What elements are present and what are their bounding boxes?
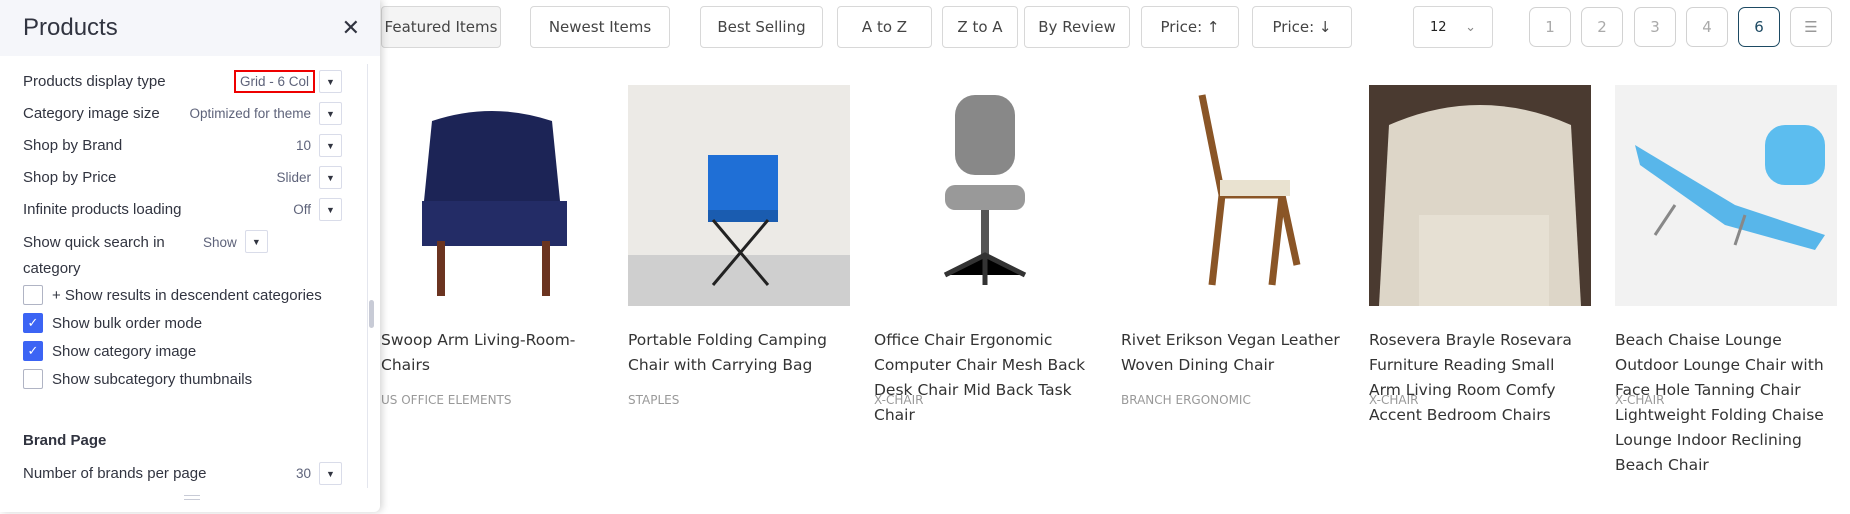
- checkbox-label: Show category image: [52, 342, 197, 360]
- product-image[interactable]: [381, 85, 603, 306]
- setting-label: Category image size: [23, 105, 160, 122]
- setting-shop-by-price: Shop by Price Slider ▼: [23, 166, 342, 189]
- checkbox[interactable]: [23, 285, 43, 305]
- dropdown-caret-icon[interactable]: ▼: [319, 166, 342, 189]
- panel-title: Products: [23, 14, 118, 41]
- setting-products-display-type: Products display type Grid - 6 Col ▼: [23, 70, 342, 93]
- scrollbar[interactable]: [367, 64, 375, 488]
- checkmark-icon[interactable]: ✓: [23, 313, 43, 333]
- checkbox-label: Show subcategory thumbnails: [52, 370, 253, 388]
- setting-quick-search: Show quick search in category Show ▼: [23, 230, 342, 282]
- setting-shop-by-brand: Shop by Brand 10 ▼: [23, 134, 342, 157]
- checkbox-label: Show bulk order mode: [52, 314, 203, 332]
- section-heading: Brand Page: [23, 432, 342, 449]
- per-page-value: 12: [1430, 19, 1447, 35]
- product-brand[interactable]: STAPLES: [628, 393, 679, 407]
- close-icon[interactable]: ✕: [342, 15, 360, 41]
- page-2[interactable]: 2: [1581, 7, 1623, 47]
- dropdown-caret-icon[interactable]: ▼: [319, 198, 342, 221]
- checkbox-label: + Show results in descendent categories: [52, 286, 322, 304]
- product-image[interactable]: [1615, 85, 1837, 306]
- setting-value: Slider: [276, 170, 311, 185]
- resize-handle-icon[interactable]: [184, 495, 200, 500]
- sort-review-button[interactable]: By Review: [1024, 6, 1130, 48]
- chevron-down-icon: ⌄: [1465, 19, 1476, 35]
- dropdown-caret-icon[interactable]: ▼: [244, 230, 268, 253]
- product-image[interactable]: [1121, 85, 1343, 306]
- page-4[interactable]: 4: [1686, 7, 1728, 47]
- setting-value: 30: [295, 466, 311, 481]
- setting-label: Products display type: [23, 73, 166, 90]
- checkbox[interactable]: [23, 369, 43, 389]
- product-brand[interactable]: X-CHAIR: [1369, 393, 1418, 407]
- setting-brands-per-page: Number of brands per page 30 ▼: [23, 462, 342, 485]
- product-image[interactable]: [1369, 85, 1591, 306]
- checkbox-category-image[interactable]: ✓ Show category image: [23, 341, 196, 361]
- section-title: Brand Page: [23, 432, 107, 449]
- product-card[interactable]: Office Chair Ergonomic Computer Chair Me…: [874, 85, 1096, 428]
- setting-label: Infinite products loading: [23, 201, 182, 218]
- product-title[interactable]: Office Chair Ergonomic Computer Chair Me…: [874, 328, 1096, 428]
- setting-label: Shop by Price: [23, 169, 117, 186]
- checkbox-subcategory-thumbnails[interactable]: Show subcategory thumbnails: [23, 369, 252, 389]
- checkmark-icon[interactable]: ✓: [23, 341, 43, 361]
- setting-value: Off: [293, 202, 311, 217]
- list-view-icon[interactable]: ☰: [1790, 7, 1832, 47]
- sort-newest-button[interactable]: Newest Items: [530, 6, 670, 48]
- page-6-current[interactable]: 6: [1738, 7, 1780, 47]
- products-settings-panel: Products ✕ Products display type Grid - 6…: [0, 0, 380, 512]
- setting-label: Show quick search in category: [23, 234, 165, 277]
- page-1[interactable]: 1: [1529, 7, 1571, 47]
- product-brand[interactable]: X-CHAIR: [1615, 393, 1664, 407]
- product-title[interactable]: Swoop Arm Living-Room-Chairs: [381, 328, 603, 378]
- setting-label: Shop by Brand: [23, 137, 123, 154]
- checkbox-bulk-order[interactable]: ✓ Show bulk order mode: [23, 313, 202, 333]
- product-card[interactable]: Swoop Arm Living-Room-Chairs: [381, 85, 603, 378]
- scrollbar-thumb[interactable]: [369, 300, 374, 328]
- product-image[interactable]: [628, 85, 850, 306]
- dropdown-caret-icon[interactable]: ▼: [319, 462, 342, 485]
- sort-featured-button[interactable]: Featured Items: [381, 6, 501, 48]
- setting-label: Number of brands per page: [23, 465, 207, 482]
- sort-z-a-button[interactable]: Z to A: [942, 6, 1018, 48]
- product-brand[interactable]: US OFFICE ELEMENTS: [381, 393, 512, 407]
- dropdown-caret-icon[interactable]: ▼: [319, 70, 342, 93]
- product-title[interactable]: Portable Folding Camping Chair with Carr…: [628, 328, 850, 378]
- checkbox-descendent-categories[interactable]: + Show results in descendent categories: [23, 285, 322, 305]
- product-image[interactable]: [874, 85, 1096, 306]
- setting-infinite-loading: Infinite products loading Off ▼: [23, 198, 342, 221]
- page-3[interactable]: 3: [1634, 7, 1676, 47]
- product-card[interactable]: Rosevera Brayle Rosevara Furniture Readi…: [1369, 85, 1591, 428]
- sort-price-desc-button[interactable]: Price: ↓: [1252, 6, 1352, 48]
- product-card[interactable]: Portable Folding Camping Chair with Carr…: [628, 85, 850, 378]
- product-title[interactable]: Rivet Erikson Vegan Leather Woven Dining…: [1121, 328, 1343, 378]
- product-brand[interactable]: X-CHAIR: [874, 393, 923, 407]
- setting-category-image-size: Category image size Optimized for theme ▼: [23, 102, 342, 125]
- setting-value: Grid - 6 Col: [233, 70, 316, 93]
- setting-value: 10: [295, 138, 311, 153]
- product-brand[interactable]: BRANCH ERGONOMIC: [1121, 393, 1251, 407]
- sort-a-z-button[interactable]: A to Z: [837, 6, 932, 48]
- sort-best-selling-button[interactable]: Best Selling: [700, 6, 823, 48]
- per-page-select[interactable]: 12 ⌄: [1413, 6, 1493, 48]
- panel-header: Products ✕: [0, 0, 380, 56]
- product-card[interactable]: Rivet Erikson Vegan Leather Woven Dining…: [1121, 85, 1343, 378]
- product-card[interactable]: Beach Chaise Lounge Outdoor Lounge Chair…: [1615, 85, 1837, 478]
- setting-value: Show: [203, 235, 237, 250]
- product-title[interactable]: Rosevera Brayle Rosevara Furniture Readi…: [1369, 328, 1591, 428]
- setting-value: Optimized for theme: [189, 106, 311, 121]
- dropdown-caret-icon[interactable]: ▼: [319, 134, 342, 157]
- sort-price-asc-button[interactable]: Price: ↑: [1141, 6, 1239, 48]
- dropdown-caret-icon[interactable]: ▼: [319, 102, 342, 125]
